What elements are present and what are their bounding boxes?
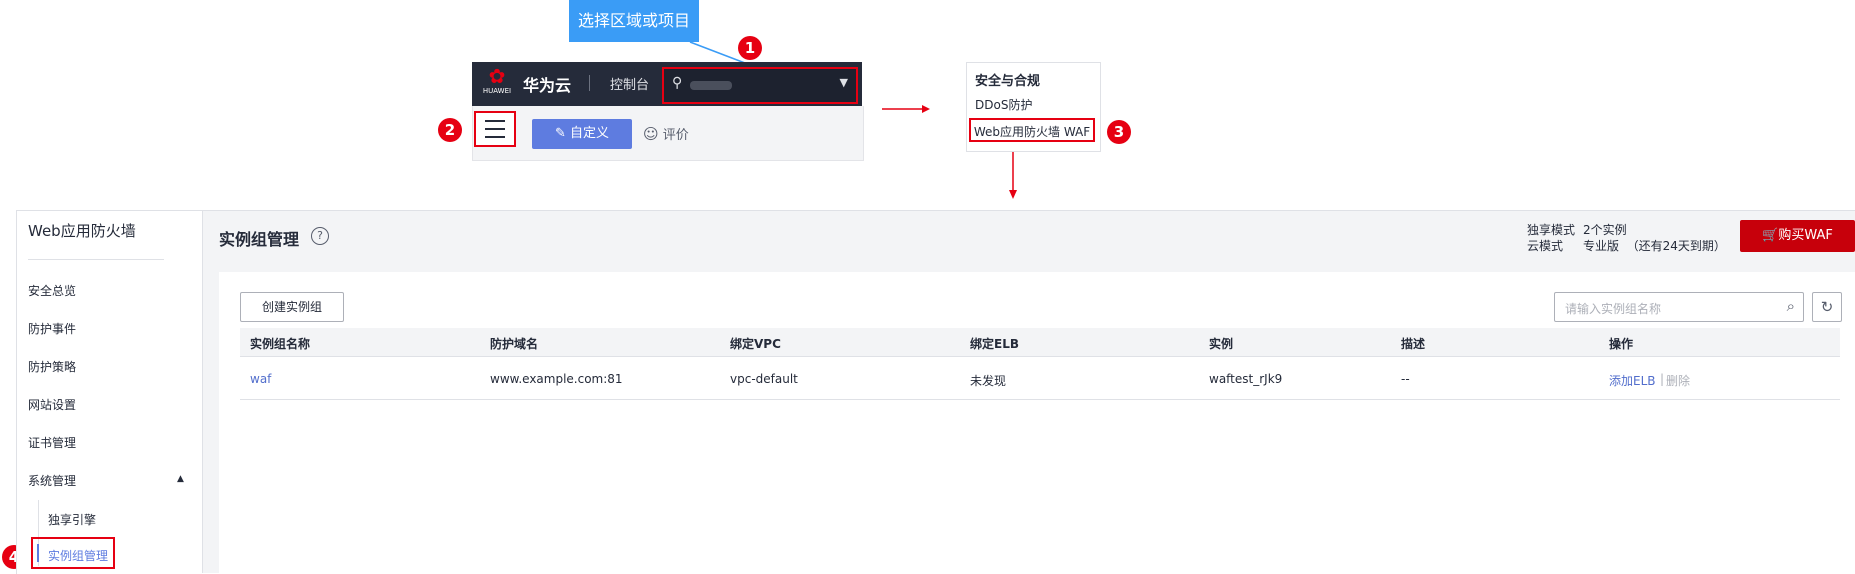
create-instance-group-button[interactable]: 创建实例组 xyxy=(240,292,344,322)
mode-value-dedicated: 2个实例 xyxy=(1583,223,1627,237)
service-item-waf[interactable]: Web应用防火墙 WAF xyxy=(969,118,1095,142)
chevron-down-icon: ▼ xyxy=(839,76,848,89)
console-link[interactable]: 控制台 xyxy=(610,74,649,93)
service-list-menu-button[interactable] xyxy=(474,111,516,147)
topbar-divider xyxy=(589,75,590,91)
sidebar-item-policies[interactable]: 防护策略 xyxy=(28,358,76,375)
sidebar-item-overview[interactable]: 安全总览 xyxy=(28,282,76,299)
huawei-logo[interactable]: ✿ HUAWEI xyxy=(480,66,514,102)
mode-label-dedicated: 独享模式 xyxy=(1527,223,1576,237)
cell-instance: waftest_rJk9 xyxy=(1209,372,1283,386)
refresh-icon: ↻ xyxy=(1820,298,1834,316)
step-badge-3: 3 xyxy=(1107,120,1131,144)
search-placeholder: 请输入实例组名称 xyxy=(1565,302,1662,316)
brand-name[interactable]: 华为云 xyxy=(523,72,571,96)
column-header-actions: 操作 xyxy=(1609,337,1634,351)
rate-button[interactable]: ☺ 评价 xyxy=(643,124,689,143)
mode-label-cloud: 云模式 xyxy=(1527,239,1564,253)
step-badge-2: 2 xyxy=(438,118,462,142)
service-item-ddos[interactable]: DDoS防护 xyxy=(975,96,1032,113)
sidebar-subitem-dedicated-engine[interactable]: 独享引擎 xyxy=(48,511,96,528)
edit-icon: ✎ xyxy=(554,126,570,141)
search-input[interactable]: 请输入实例组名称 ⌕ xyxy=(1554,292,1804,322)
region-name-redacted xyxy=(690,81,732,90)
column-header-vpc: 绑定VPC xyxy=(730,337,781,351)
sidebar-divider xyxy=(28,259,164,260)
sidebar-item-events[interactable]: 防护事件 xyxy=(28,320,76,337)
sidebar xyxy=(17,211,203,573)
search-icon[interactable]: ⌕ xyxy=(1787,297,1795,315)
column-header-elb: 绑定ELB xyxy=(970,337,1019,351)
sidebar-title: Web应用防火墙 xyxy=(28,222,136,240)
column-header-instance: 实例 xyxy=(1209,337,1234,351)
column-header-description: 描述 xyxy=(1401,337,1426,351)
chevron-up-icon[interactable]: ▲ xyxy=(177,474,184,484)
sidebar-item-certificates[interactable]: 证书管理 xyxy=(28,434,76,451)
cell-elb: 未发现 xyxy=(970,374,1007,388)
location-pin-icon: ⚲ xyxy=(672,75,683,91)
cart-icon: 🛒 xyxy=(1762,228,1779,243)
table-row-divider xyxy=(240,399,1840,400)
region-selector[interactable]: ⚲ ▼ xyxy=(662,67,858,104)
page-title: 实例组管理 xyxy=(219,230,300,249)
table-header xyxy=(240,328,1840,357)
customize-button[interactable]: ✎ 自定义 xyxy=(532,119,632,149)
huawei-logo-icon: ✿ xyxy=(488,64,506,88)
service-category-title: 安全与合规 xyxy=(975,74,1041,89)
callout-select-region: 选择区域或项目 xyxy=(569,0,699,42)
smiley-icon: ☺ xyxy=(643,125,659,143)
column-header-name: 实例组名称 xyxy=(250,337,311,351)
sidebar-subitem-instance-groups[interactable]: 实例组管理 xyxy=(48,547,108,564)
action-separator: | xyxy=(1660,372,1665,386)
sidebar-item-website-settings[interactable]: 网站设置 xyxy=(28,396,76,413)
active-indicator xyxy=(37,544,39,562)
column-header-domain: 防护域名 xyxy=(490,337,539,351)
refresh-button[interactable]: ↻ xyxy=(1812,292,1842,322)
cell-domain: www.example.com:81 xyxy=(490,372,623,386)
delete-link[interactable]: 删除 xyxy=(1666,372,1690,389)
cell-vpc: vpc-default xyxy=(730,372,798,386)
instance-group-name-link[interactable]: waf xyxy=(250,372,271,386)
mode-value-cloud: 专业版 （还有24天到期） xyxy=(1583,239,1726,253)
help-icon[interactable]: ? xyxy=(311,227,329,245)
add-elb-link[interactable]: 添加ELB xyxy=(1609,372,1656,389)
step-badge-1: 1 xyxy=(738,36,762,60)
sidebar-item-system[interactable]: 系统管理 xyxy=(28,472,76,489)
cell-description: -- xyxy=(1401,372,1410,386)
buy-waf-button[interactable]: 🛒购买WAF xyxy=(1740,220,1855,252)
